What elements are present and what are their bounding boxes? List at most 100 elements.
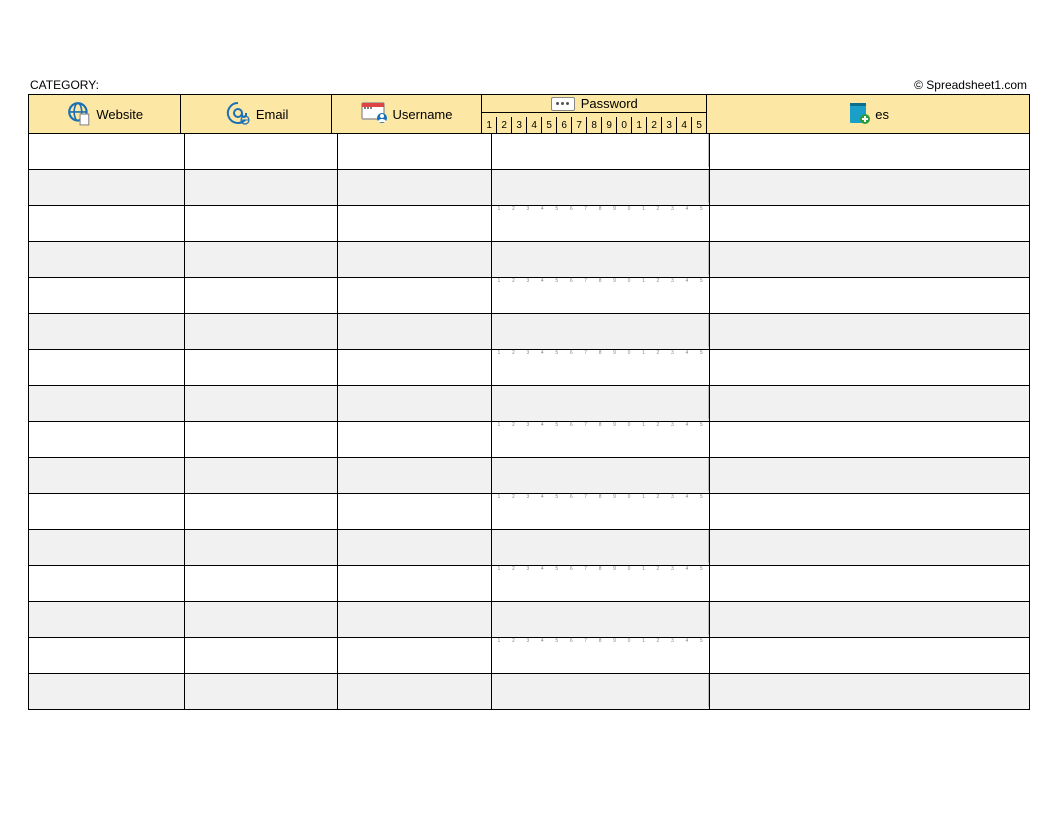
table-cell[interactable] <box>185 242 339 277</box>
password-cell[interactable] <box>492 314 710 349</box>
table-cell[interactable] <box>710 278 1029 313</box>
table-cell[interactable] <box>185 422 339 457</box>
table-cell[interactable] <box>338 386 492 421</box>
table-cell[interactable] <box>338 602 492 637</box>
table-row[interactable] <box>29 133 1029 169</box>
table-cell[interactable] <box>710 314 1029 349</box>
table-cell[interactable] <box>185 386 339 421</box>
table-cell[interactable] <box>29 458 185 493</box>
table-cell[interactable] <box>29 530 185 565</box>
table-row[interactable]: 123456789012345 <box>29 493 1029 529</box>
table-cell[interactable] <box>185 602 339 637</box>
password-cell[interactable]: 123456789012345 <box>492 638 710 673</box>
password-cell[interactable]: 123456789012345 <box>492 494 710 529</box>
table-cell[interactable] <box>338 134 492 169</box>
password-cell[interactable]: 123456789012345 <box>492 566 710 601</box>
table-cell[interactable] <box>29 278 185 313</box>
table-row[interactable] <box>29 385 1029 421</box>
table-cell[interactable] <box>29 674 185 709</box>
table-cell[interactable] <box>710 386 1029 421</box>
password-cell[interactable] <box>492 458 710 493</box>
table-row[interactable] <box>29 241 1029 277</box>
password-cell[interactable] <box>492 530 710 565</box>
table-row[interactable]: 123456789012345 <box>29 277 1029 313</box>
table-cell[interactable] <box>710 422 1029 457</box>
table-cell[interactable] <box>338 494 492 529</box>
table-cell[interactable] <box>710 674 1029 709</box>
table-cell[interactable] <box>185 674 339 709</box>
table-cell[interactable] <box>29 602 185 637</box>
table-cell[interactable] <box>710 494 1029 529</box>
password-cell[interactable]: 123456789012345 <box>492 422 710 457</box>
table-cell[interactable] <box>29 566 185 601</box>
table-cell[interactable] <box>185 638 339 673</box>
password-cell[interactable] <box>492 674 710 709</box>
table-cell[interactable] <box>338 206 492 241</box>
table-cell[interactable] <box>338 278 492 313</box>
table-cell[interactable] <box>338 566 492 601</box>
password-index-13: 3 <box>662 117 677 133</box>
table-cell[interactable] <box>710 350 1029 385</box>
table-row[interactable] <box>29 529 1029 565</box>
table-cell[interactable] <box>338 422 492 457</box>
password-cell[interactable] <box>492 602 710 637</box>
table-cell[interactable] <box>185 494 339 529</box>
table-cell[interactable] <box>338 170 492 205</box>
table-cell[interactable] <box>710 602 1029 637</box>
password-cell[interactable]: 123456789012345 <box>492 206 710 241</box>
table-cell[interactable] <box>29 242 185 277</box>
table-cell[interactable] <box>338 458 492 493</box>
table-cell[interactable] <box>29 170 185 205</box>
table-cell[interactable] <box>185 170 339 205</box>
table-cell[interactable] <box>338 314 492 349</box>
table-cell[interactable] <box>29 638 185 673</box>
table-row[interactable]: 123456789012345 <box>29 349 1029 385</box>
table-cell[interactable] <box>185 350 339 385</box>
table-cell[interactable] <box>710 134 1029 169</box>
password-cell[interactable]: 123456789012345 <box>492 350 710 385</box>
password-cell[interactable] <box>492 170 710 205</box>
table-row[interactable]: 123456789012345 <box>29 205 1029 241</box>
table-cell[interactable] <box>338 638 492 673</box>
table-row[interactable]: 123456789012345 <box>29 421 1029 457</box>
password-cell[interactable] <box>492 134 710 169</box>
header-notes: es <box>707 95 1029 133</box>
table-row[interactable]: 123456789012345 <box>29 637 1029 673</box>
table-cell[interactable] <box>185 458 339 493</box>
table-row[interactable] <box>29 313 1029 349</box>
table-cell[interactable] <box>29 314 185 349</box>
password-index-7: 7 <box>572 117 587 133</box>
table-cell[interactable] <box>185 530 339 565</box>
table-cell[interactable] <box>29 494 185 529</box>
header-password-label: Password <box>581 96 638 111</box>
table-cell[interactable] <box>710 242 1029 277</box>
table-cell[interactable] <box>710 566 1029 601</box>
table-cell[interactable] <box>29 134 185 169</box>
table-cell[interactable] <box>185 206 339 241</box>
table-row[interactable] <box>29 457 1029 493</box>
table-cell[interactable] <box>29 386 185 421</box>
table-cell[interactable] <box>710 638 1029 673</box>
table-cell[interactable] <box>185 566 339 601</box>
table-cell[interactable] <box>185 278 339 313</box>
table-cell[interactable] <box>185 134 339 169</box>
table-cell[interactable] <box>185 314 339 349</box>
table-cell[interactable] <box>338 242 492 277</box>
table-cell[interactable] <box>338 350 492 385</box>
table-row[interactable]: 123456789012345 <box>29 565 1029 601</box>
table-cell[interactable] <box>710 530 1029 565</box>
table-cell[interactable] <box>338 674 492 709</box>
table-cell[interactable] <box>710 206 1029 241</box>
table-row[interactable] <box>29 169 1029 205</box>
table-cell[interactable] <box>29 350 185 385</box>
password-cell[interactable] <box>492 242 710 277</box>
password-cell[interactable]: 123456789012345 <box>492 278 710 313</box>
table-row[interactable] <box>29 673 1029 709</box>
table-cell[interactable] <box>338 530 492 565</box>
table-cell[interactable] <box>29 206 185 241</box>
table-cell[interactable] <box>29 422 185 457</box>
table-cell[interactable] <box>710 170 1029 205</box>
table-row[interactable] <box>29 601 1029 637</box>
password-cell[interactable] <box>492 386 710 421</box>
table-cell[interactable] <box>710 458 1029 493</box>
